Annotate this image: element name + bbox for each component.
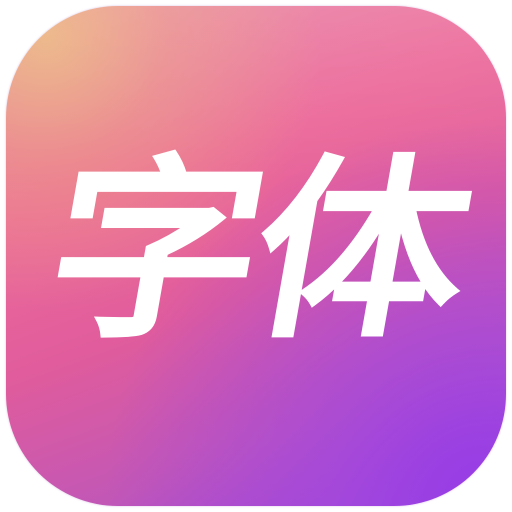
icon-stage: 字体	[0, 0, 512, 512]
app-icon[interactable]: 字体	[6, 6, 506, 506]
app-icon-title: 字体	[30, 138, 482, 366]
